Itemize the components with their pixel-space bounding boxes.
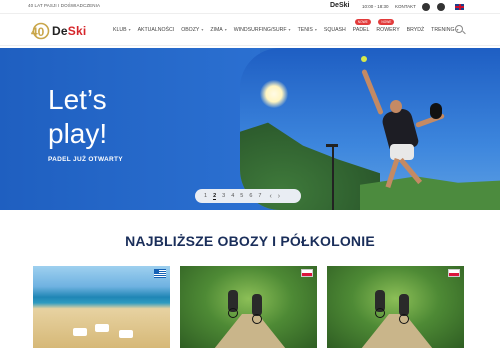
sun-glare xyxy=(260,80,288,108)
bike-wheel xyxy=(252,314,262,324)
slider-page-1[interactable]: 1 xyxy=(204,193,207,199)
padel-racket xyxy=(430,103,442,119)
hero-photo xyxy=(240,48,500,210)
hero-blue-panel xyxy=(0,48,260,210)
court-light xyxy=(326,144,338,147)
trees-right xyxy=(360,176,500,210)
menu-item-label: OBOZY xyxy=(181,27,200,33)
instagram-icon[interactable] xyxy=(437,3,445,11)
menu-list: KLUB ▾ AKTUALNOŚCI OBOZY ▾ ZIMA ▾ WINDSURFING/S… xyxy=(113,19,466,33)
padel-ball xyxy=(361,56,367,62)
new-badge: NOWE xyxy=(354,19,371,25)
chevron-down-icon: ▾ xyxy=(288,27,291,32)
bike-camp-card-2[interactable] xyxy=(327,266,464,348)
bike-camp-card-1[interactable] xyxy=(180,266,317,348)
menu-item-label: TRENING xyxy=(431,27,455,33)
menu-item-label: SQUASH xyxy=(323,27,346,33)
tagline: 40 LAT PASJI I DOŚWIADCZENIA xyxy=(28,3,101,8)
menu-item-bryd-[interactable]: BRYDŻ xyxy=(407,27,425,33)
menu-item-label: ZIMA xyxy=(210,27,223,33)
menu-item-aktualno-ci[interactable]: AKTUALNOŚCI xyxy=(138,27,175,33)
cyclist xyxy=(252,294,262,316)
slider-page-5[interactable]: 5 xyxy=(240,193,243,199)
menu-item-label: WINDSURFING/SURF xyxy=(233,27,287,33)
slider-page-7[interactable]: 7 xyxy=(258,193,261,199)
hero-title-line2: play! xyxy=(48,118,108,149)
chevron-down-icon: ▾ xyxy=(201,27,204,32)
menu-item-label: BRYDŻ xyxy=(406,27,425,33)
slider-page-4[interactable]: 4 xyxy=(231,193,234,199)
forest-path xyxy=(357,314,437,348)
forest-path xyxy=(210,314,290,348)
chevron-right-icon[interactable]: › xyxy=(278,193,280,200)
greece-flag-icon xyxy=(154,269,166,278)
court-light-pole xyxy=(332,146,334,210)
uk-flag-icon[interactable] xyxy=(455,4,464,10)
bike-wheel xyxy=(399,314,409,324)
menu-item-zima[interactable]: ZIMA ▾ xyxy=(210,27,226,33)
player-arm xyxy=(361,68,384,116)
beach-vehicle xyxy=(95,324,109,332)
beach-camp-card[interactable] xyxy=(33,266,170,348)
menu-item-rowery[interactable]: ROWERY NOWE xyxy=(376,19,400,33)
player-head xyxy=(390,100,402,113)
chevron-left-icon[interactable]: ‹ xyxy=(269,193,271,200)
logo-word: DeSki xyxy=(52,24,87,38)
40-years-badge-icon: 40 xyxy=(31,22,50,40)
facebook-icon[interactable] xyxy=(422,3,430,11)
bike-wheel xyxy=(375,308,385,318)
beach-vehicle xyxy=(73,328,87,336)
menu-item-squash[interactable]: SQUASH xyxy=(324,27,346,33)
poland-flag-icon xyxy=(301,269,313,277)
menu-item-padel[interactable]: PADEL NOWE xyxy=(352,19,371,33)
new-badge: NOWE xyxy=(378,19,395,25)
hero-slider: Let’s play! PADEL JUŻ OTWARTY 1 2 3 4 5 6 7 ‹ › xyxy=(0,48,500,210)
menu-item-klub[interactable]: KLUB ▾ xyxy=(113,27,131,33)
menu-item-label: KLUB xyxy=(113,27,127,33)
menu-item-windsurfing-surf[interactable]: WINDSURFING/SURF ▾ xyxy=(234,27,291,33)
poland-flag-icon xyxy=(448,269,460,277)
search-icon[interactable] xyxy=(455,25,463,33)
menu-item-label: AKTUALNOŚCI xyxy=(137,27,175,33)
bike-wheel xyxy=(228,308,238,318)
menu-item-label: PADEL xyxy=(352,27,370,33)
cyclist xyxy=(399,294,409,316)
brand-small-logo[interactable]: DeSki xyxy=(330,2,349,9)
slider-page-3[interactable]: 3 xyxy=(222,193,225,199)
main-navigation: 40 DeSki KLUB ▾ AKTUALNOŚCI OBOZY ▾ ZIMA ▾ WIND… xyxy=(0,14,500,46)
menu-item-label: TENIS xyxy=(297,27,313,33)
menu-item-label: ROWERY xyxy=(376,27,400,33)
badge-text: 40 xyxy=(31,25,45,39)
chevron-down-icon: ▾ xyxy=(128,27,131,32)
menu-item-tenis[interactable]: TENIS ▾ xyxy=(298,27,317,33)
menu-item-obozy[interactable]: OBOZY ▾ xyxy=(181,27,203,33)
slider-page-2[interactable]: 2 xyxy=(213,193,217,200)
beach-vehicle xyxy=(119,330,133,338)
chevron-down-icon: ▾ xyxy=(224,27,227,32)
hero-title-line1: Let’s xyxy=(48,84,107,115)
contact-link[interactable]: KONTAKT xyxy=(395,4,416,9)
top-bar: 40 LAT PASJI I DOŚWIADCZENIA DeSki 10:00… xyxy=(0,0,500,14)
opening-hours: 10:00 - 18:30 xyxy=(362,4,389,9)
slider-page-6[interactable]: 6 xyxy=(249,193,252,199)
section-title: NAJBLIŻSZE OBOZY I PÓŁKOLONIE xyxy=(125,233,375,249)
slider-pagination: 1 2 3 4 5 6 7 ‹ › xyxy=(195,189,301,203)
chevron-down-icon: ▾ xyxy=(314,27,317,32)
hero-subtitle[interactable]: PADEL JUŻ OTWARTY xyxy=(48,156,123,163)
